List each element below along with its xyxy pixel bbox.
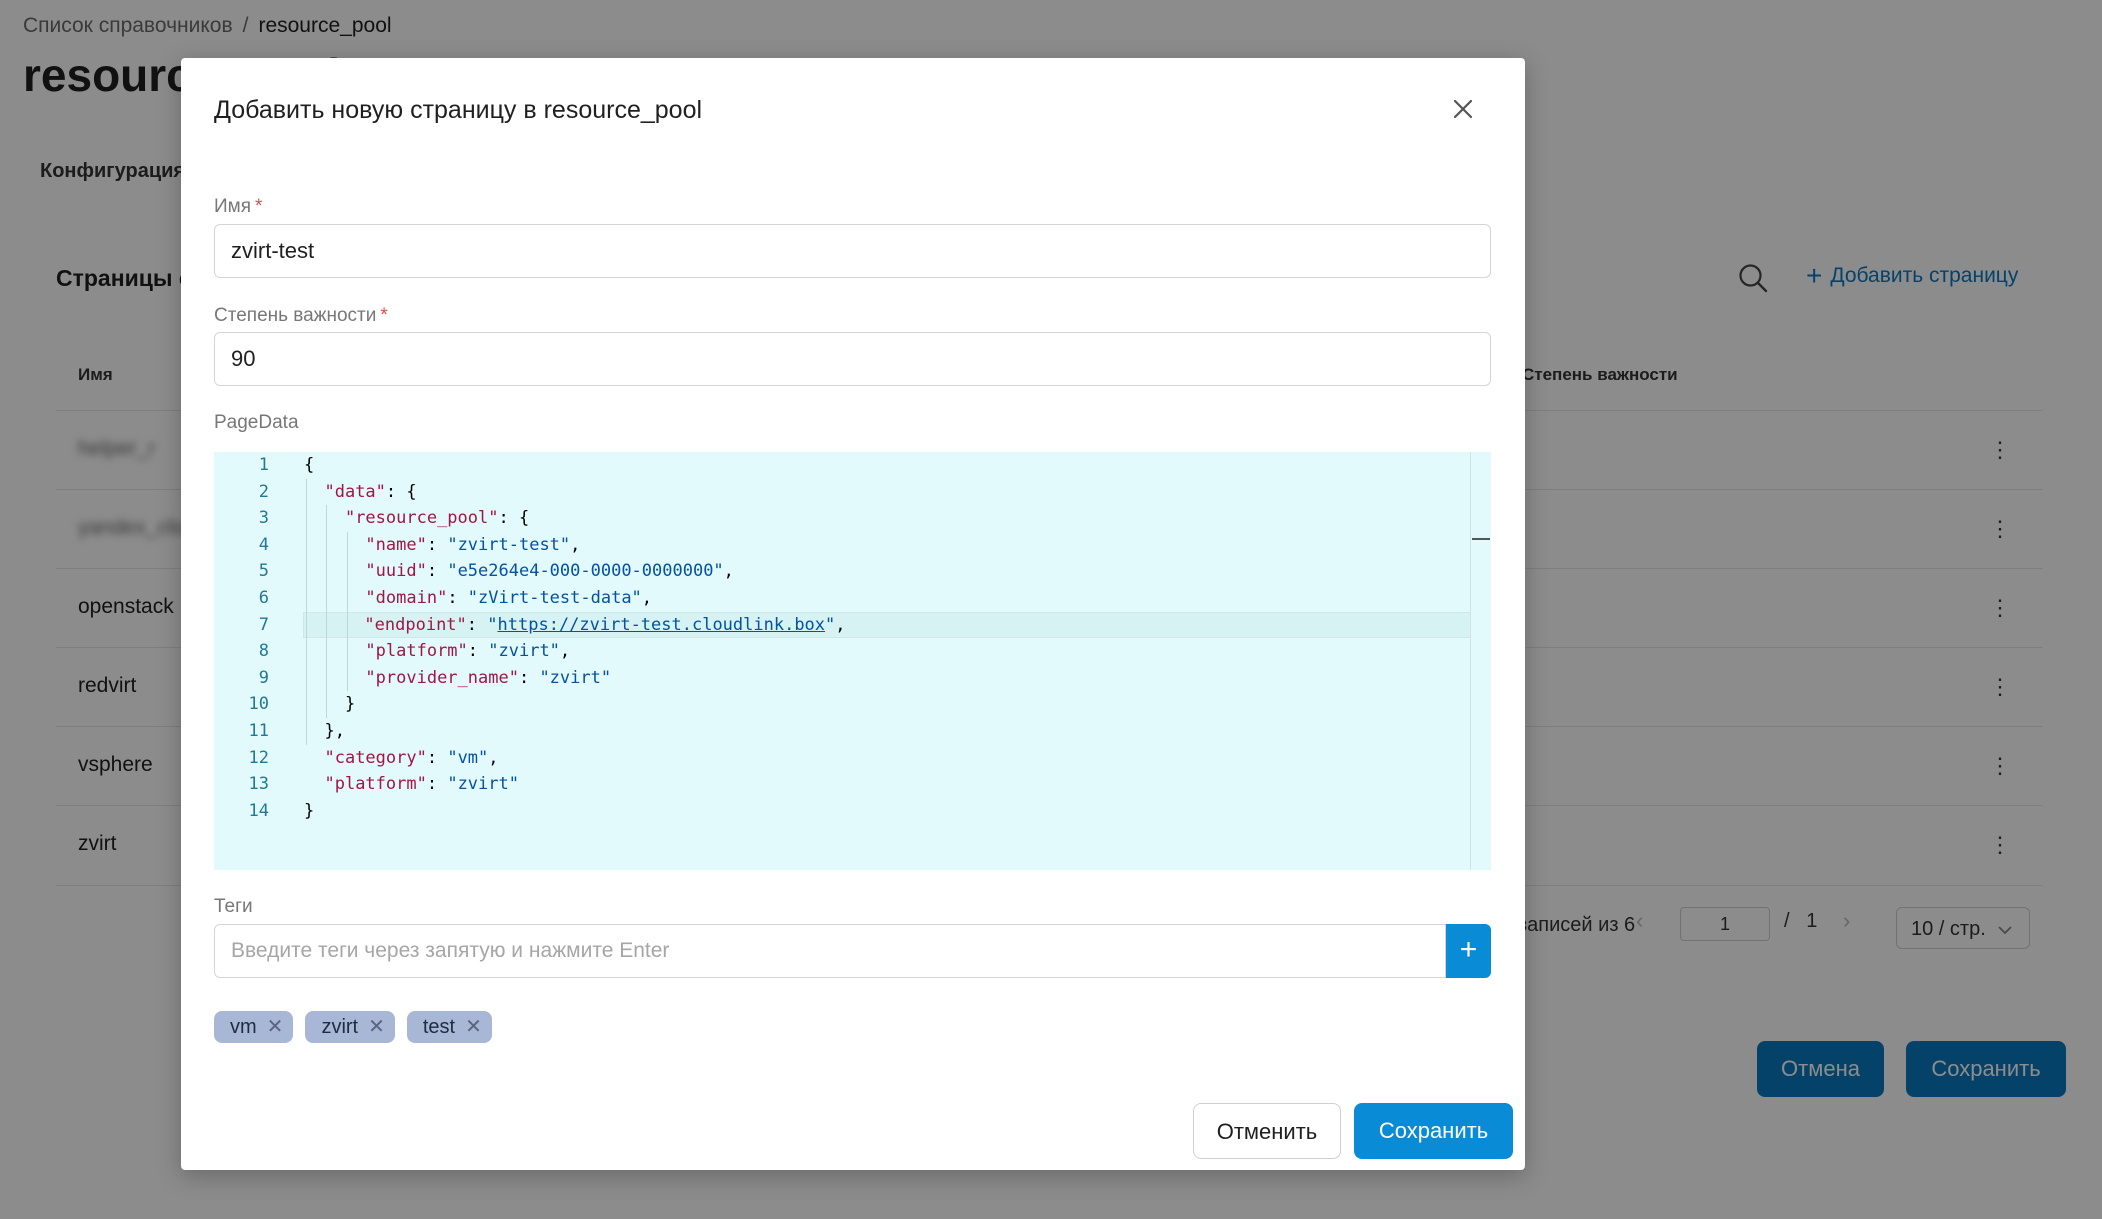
save-button[interactable]: Сохранить — [1354, 1103, 1513, 1159]
line-number: 13 — [248, 774, 269, 795]
code-line[interactable]: { — [304, 452, 314, 479]
line-number: 3 — [258, 508, 269, 529]
close-small-icon[interactable]: ✕ — [267, 1017, 284, 1037]
line-number: 8 — [258, 641, 269, 662]
code-line[interactable]: "uuid": "e5e264e4-000-0000-0000000", — [304, 558, 734, 585]
code-area[interactable]: { "data": { "resource_pool": { "name": "… — [303, 452, 1471, 870]
importance-label: Степень важности * — [214, 305, 388, 327]
code-line[interactable]: }, — [304, 718, 344, 745]
line-number: 6 — [258, 588, 269, 608]
indent-guide — [326, 505, 328, 718]
line-number: 1 — [258, 455, 269, 475]
code-line[interactable]: "provider_name": "zvirt" — [304, 665, 611, 692]
pagedata-label: PageData — [214, 412, 299, 433]
code-line[interactable]: "domain": "zVirt-test-data", — [304, 585, 652, 612]
line-number: 10 — [248, 694, 269, 715]
add-page-modal: Добавить новую страницу в resource_pool … — [181, 58, 1525, 1170]
json-code-editor[interactable]: 1 2 3 4 5 6 7 8 9 10 11 12 13 14 { "data": { "resourc… — [214, 452, 1491, 870]
line-number: 7 — [258, 614, 269, 635]
code-line[interactable]: "endpoint": "https://zvirt-test.cloudlin… — [303, 611, 1471, 639]
editor-scrollbar[interactable] — [1470, 452, 1491, 870]
code-line[interactable]: "platform": "zvirt", — [304, 638, 570, 665]
name-label-text: Имя — [214, 196, 252, 217]
cancel-button[interactable]: Отменить — [1193, 1103, 1341, 1159]
code-line[interactable]: "category": "vm", — [304, 745, 498, 772]
code-line[interactable]: "data": { — [304, 479, 416, 506]
plus-icon: + — [1459, 933, 1478, 966]
tags-input[interactable] — [214, 924, 1446, 978]
line-number: 12 — [248, 747, 269, 768]
close-small-icon[interactable]: ✕ — [465, 1017, 482, 1037]
code-line[interactable]: "platform": "zvirt" — [304, 771, 519, 798]
line-number: 2 — [258, 481, 269, 502]
name-label: Имя * — [214, 196, 262, 218]
importance-label-text: Степень важности — [214, 305, 377, 326]
line-number-gutter: 1 2 3 4 5 6 7 8 9 10 11 12 13 14 — [214, 452, 282, 870]
line-number: 5 — [258, 561, 269, 582]
line-number: 11 — [248, 721, 269, 741]
modal-title: Добавить новую страницу в resource_pool — [214, 96, 703, 124]
line-number: 9 — [258, 667, 269, 688]
tags-label: Теги — [214, 896, 253, 917]
close-icon[interactable] — [1448, 94, 1478, 124]
indent-guide — [306, 478, 307, 745]
tag-chip: vm ✕ — [214, 1011, 294, 1043]
tag-chips: vm ✕ zvirt ✕ test ✕ — [214, 1011, 492, 1043]
required-mark: * — [380, 305, 388, 326]
add-tag-button[interactable]: + — [1446, 924, 1491, 978]
importance-input[interactable] — [214, 332, 1491, 386]
scroll-marker — [1472, 538, 1490, 540]
code-line[interactable]: } — [304, 798, 314, 825]
code-line[interactable]: } — [304, 691, 355, 718]
close-small-icon[interactable]: ✕ — [368, 1017, 385, 1037]
name-input[interactable] — [214, 224, 1491, 278]
tag-chip-label: vm — [230, 1015, 257, 1038]
code-line[interactable]: "name": "zvirt-test", — [304, 532, 580, 559]
required-mark: * — [255, 196, 263, 217]
tag-chip: test ✕ — [406, 1011, 492, 1043]
line-number: 14 — [248, 800, 269, 821]
tag-chip-label: zvirt — [321, 1015, 359, 1038]
tag-chip: zvirt ✕ — [305, 1011, 395, 1043]
tag-chip-label: test — [422, 1015, 456, 1038]
line-number: 4 — [258, 534, 269, 555]
indent-guide — [346, 531, 348, 692]
code-line[interactable]: "resource_pool": { — [304, 505, 529, 532]
